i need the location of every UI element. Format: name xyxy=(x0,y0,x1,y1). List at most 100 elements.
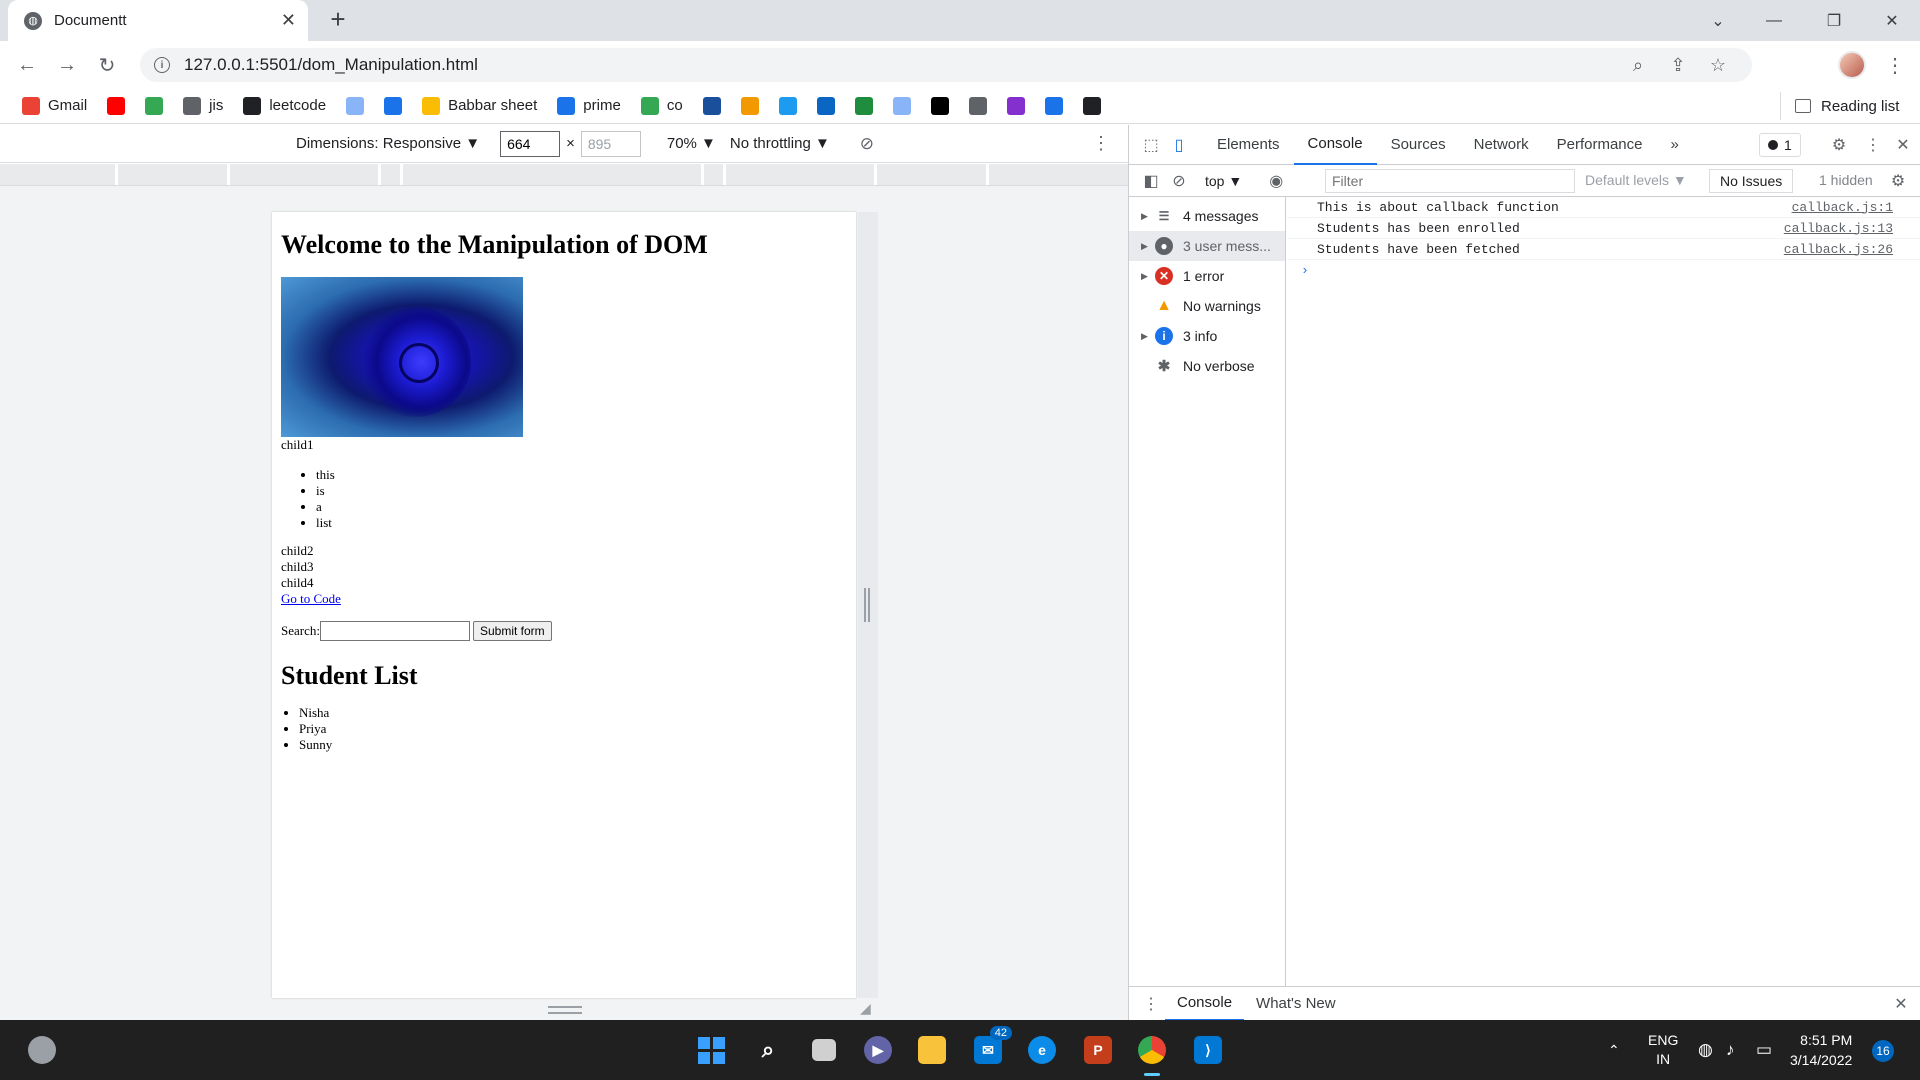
tab-sources[interactable]: Sources xyxy=(1377,125,1460,165)
reload-button[interactable]: ↻ xyxy=(92,50,122,80)
edge-button[interactable]: e xyxy=(1022,1030,1062,1070)
search-input[interactable] xyxy=(319,621,470,641)
notification-count[interactable]: 16 xyxy=(1872,1040,1894,1062)
more-tabs-icon[interactable]: » xyxy=(1657,125,1693,165)
bookmark-item[interactable] xyxy=(773,92,803,120)
bookmark-item[interactable] xyxy=(101,92,131,120)
bookmark-star-icon[interactable]: ☆ xyxy=(1702,48,1734,82)
bookmark-item[interactable] xyxy=(139,92,169,120)
clock[interactable]: 8:51 PM 3/14/2022 xyxy=(1790,1030,1852,1070)
site-info-icon[interactable]: i xyxy=(154,57,170,73)
close-drawer-icon[interactable]: ✕ xyxy=(1887,990,1915,1018)
width-input[interactable] xyxy=(500,130,561,157)
browser-tab[interactable]: ◍ Documentt ✕ xyxy=(8,0,308,41)
media-query-segment[interactable] xyxy=(403,164,704,185)
message-source-link[interactable]: callback.js:13 xyxy=(1784,221,1893,236)
message-source-link[interactable]: callback.js:1 xyxy=(1792,200,1893,215)
media-query-bar[interactable] xyxy=(0,164,1128,186)
url-text[interactable]: 127.0.0.1:5501/dom_Manipulation.html xyxy=(184,55,478,75)
media-query-segment[interactable] xyxy=(704,164,726,185)
throttling-dropdown[interactable]: No throttling ▼ xyxy=(730,135,830,152)
drawer-menu-icon[interactable]: ⋮ xyxy=(1137,990,1165,1018)
bookmark-item[interactable]: co xyxy=(635,92,689,120)
bookmark-item[interactable]: Gmail xyxy=(16,92,93,120)
profile-avatar[interactable] xyxy=(1838,51,1866,79)
bookmark-item[interactable] xyxy=(925,92,955,120)
bookmark-item[interactable] xyxy=(849,92,879,120)
media-query-segment[interactable] xyxy=(0,164,118,185)
bookmark-item[interactable] xyxy=(735,92,765,120)
console-prompt[interactable]: › xyxy=(1287,260,1920,280)
sidebar-item-verbose[interactable]: ✱ No verbose xyxy=(1129,351,1285,381)
file-explorer-button[interactable] xyxy=(912,1030,952,1070)
sidebar-item-messages[interactable]: ▶ ☰ 4 messages xyxy=(1129,201,1285,231)
media-query-segment[interactable] xyxy=(726,164,877,185)
zoom-dropdown[interactable]: 70% ▼ xyxy=(667,135,716,152)
search-taskbar-button[interactable]: ⌕ xyxy=(748,1030,788,1070)
show-hidden-icons-chevron[interactable]: ⌃ xyxy=(1608,1030,1620,1070)
mail-button[interactable]: ✉ 42 xyxy=(968,1026,1012,1070)
bookmark-item[interactable]: jis xyxy=(177,92,229,120)
sidebar-item-errors[interactable]: ▶ ✕ 1 error xyxy=(1129,261,1285,291)
bookmark-item[interactable] xyxy=(887,92,917,120)
new-tab-button[interactable]: + xyxy=(324,6,352,34)
zoom-icon[interactable]: ⌕ xyxy=(1622,48,1654,82)
rotate-icon[interactable]: ⊘ xyxy=(860,134,874,154)
drawer-tab-console[interactable]: Console xyxy=(1165,987,1245,1021)
expand-arrow-icon[interactable]: ▶ xyxy=(1141,211,1155,222)
forward-button[interactable]: → xyxy=(52,50,82,80)
vscode-button[interactable]: ⟩ xyxy=(1188,1030,1228,1070)
console-filter-input[interactable] xyxy=(1325,169,1575,193)
no-issues-button[interactable]: No Issues xyxy=(1709,169,1794,193)
tab-search-icon[interactable]: ⌄ xyxy=(1690,0,1746,41)
network-icon[interactable]: ◍ xyxy=(1698,1030,1713,1070)
battery-icon[interactable]: ▭ xyxy=(1756,1030,1772,1070)
expand-arrow-icon[interactable]: ▶ xyxy=(1141,331,1155,342)
browser-menu-icon[interactable]: ⋮ xyxy=(1880,50,1910,80)
share-icon[interactable]: ⇪ xyxy=(1662,48,1694,82)
dimensions-dropdown[interactable]: Dimensions: Responsive ▼ xyxy=(296,135,480,152)
sidebar-item-info[interactable]: ▶ i 3 info xyxy=(1129,321,1285,351)
close-devtools-icon[interactable]: ✕ xyxy=(1889,131,1917,159)
media-query-segment[interactable] xyxy=(989,164,1128,185)
console-settings-gear-icon[interactable]: ⚙ xyxy=(1884,167,1912,195)
chrome-button[interactable] xyxy=(1132,1030,1172,1076)
go-to-code-link[interactable]: Go to Code xyxy=(281,591,341,606)
bookmark-item[interactable] xyxy=(1039,92,1069,120)
device-menu-icon[interactable]: ⋮ xyxy=(1092,133,1110,154)
sidebar-item-warnings[interactable]: ▲ No warnings xyxy=(1129,291,1285,321)
clear-console-icon[interactable]: ⊘ xyxy=(1165,167,1193,195)
log-levels-dropdown[interactable]: Default levels ▼ xyxy=(1585,172,1687,188)
bookmark-item[interactable] xyxy=(378,92,408,120)
weather-widget[interactable] xyxy=(22,1030,62,1070)
bookmark-item[interactable]: Babbar sheet xyxy=(416,92,543,120)
teams-chat-button[interactable]: ▶ xyxy=(858,1030,898,1070)
tab-console[interactable]: Console xyxy=(1293,125,1377,165)
close-window-button[interactable]: ✕ xyxy=(1864,0,1920,41)
close-tab-icon[interactable]: ✕ xyxy=(281,10,296,31)
bookmark-item[interactable] xyxy=(1077,92,1107,120)
expand-arrow-icon[interactable]: ▶ xyxy=(1141,271,1155,282)
devtools-menu-icon[interactable]: ⋮ xyxy=(1859,131,1887,159)
media-query-segment[interactable] xyxy=(877,164,989,185)
bookmark-item[interactable] xyxy=(1001,92,1031,120)
bookmark-item[interactable] xyxy=(811,92,841,120)
back-button[interactable]: ← xyxy=(12,50,42,80)
settings-gear-icon[interactable]: ⚙ xyxy=(1825,131,1853,159)
context-selector[interactable]: top ▼ xyxy=(1205,173,1242,189)
bookmark-item[interactable]: prime xyxy=(551,92,627,120)
reading-list-button[interactable]: Reading list xyxy=(1780,92,1899,120)
language-indicator[interactable]: ENG IN xyxy=(1648,1030,1678,1070)
height-input[interactable] xyxy=(580,130,641,157)
sidebar-item-user-messages[interactable]: ▶ ● 3 user mess... xyxy=(1129,231,1285,261)
issues-badge[interactable]: 1 xyxy=(1759,133,1801,157)
powerpoint-button[interactable]: P xyxy=(1078,1030,1118,1070)
tab-elements[interactable]: Elements xyxy=(1203,125,1294,165)
bookmark-item[interactable] xyxy=(340,92,370,120)
sidebar-toggle-icon[interactable]: ◧ xyxy=(1137,167,1165,195)
tab-performance[interactable]: Performance xyxy=(1543,125,1657,165)
viewport-right-resize-handle[interactable] xyxy=(858,212,878,998)
expand-arrow-icon[interactable]: ▶ xyxy=(1141,241,1155,252)
viewport-bottom-resize-handle[interactable] xyxy=(548,1006,582,1014)
bookmark-item[interactable] xyxy=(697,92,727,120)
